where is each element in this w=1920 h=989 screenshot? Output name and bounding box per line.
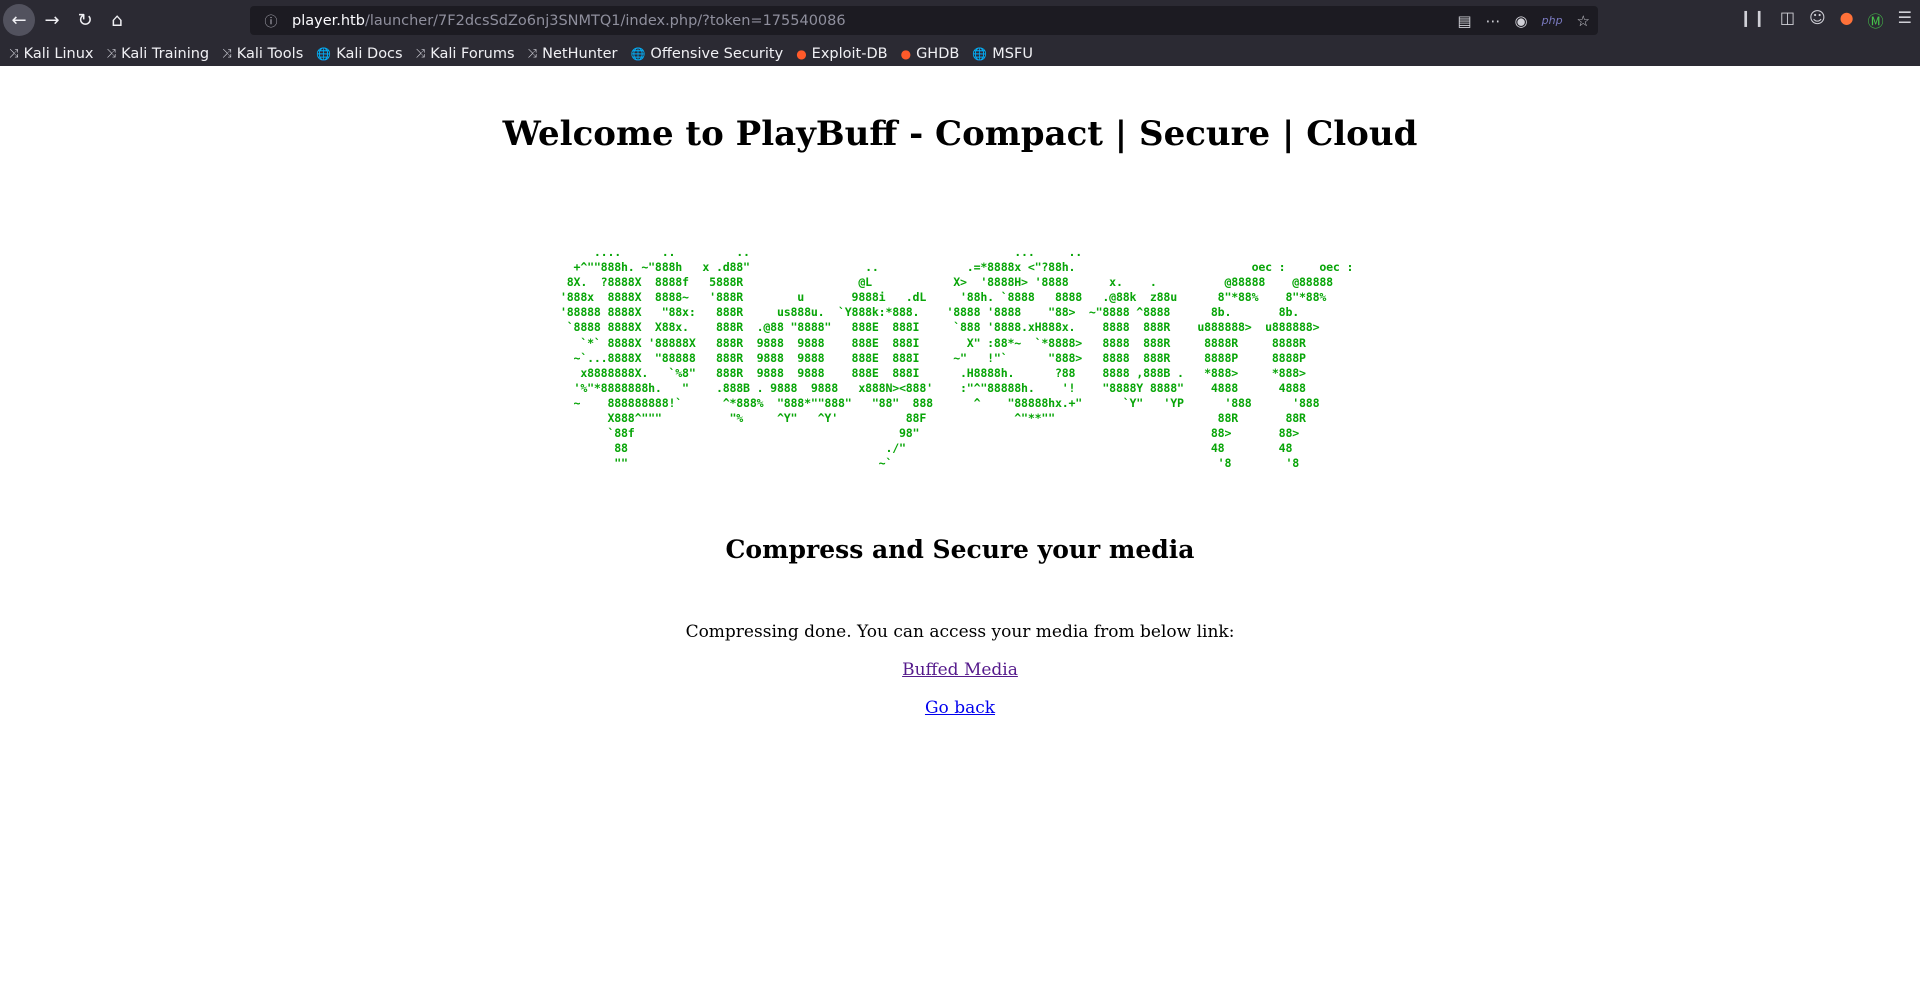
url-bar[interactable]: ⓘ player.htb/launcher/7F2dcsSdZo6nj3SNMT…	[250, 6, 1598, 35]
kali-dragon-icon: ⤨	[222, 46, 232, 60]
status-message: Compressing done. You can access your me…	[685, 622, 1235, 642]
arrow-left-icon: ←	[11, 9, 27, 31]
globe-icon: 🌐	[972, 46, 988, 61]
page-actions-icon[interactable]: ⋯	[1486, 12, 1501, 30]
php-badge-icon[interactable]: php	[1542, 14, 1563, 27]
kali-dragon-icon: ⤨	[106, 46, 117, 60]
bookmark-nethunter[interactable]: ⤨ NetHunter	[528, 46, 618, 62]
navigation-toolbar: ← → ↻ ⌂ ⓘ player.htb/launcher/7F2dcsSdZo…	[0, 0, 1920, 41]
exploit-db-icon: ●	[796, 46, 807, 61]
bookmark-offensive-security[interactable]: 🌐 Offensive Security	[630, 46, 783, 62]
reader-view-icon[interactable]: ▤	[1457, 12, 1471, 30]
bookmark-star-icon[interactable]: ☆	[1577, 12, 1590, 30]
firefox-extension-icon[interactable]: ●	[1840, 8, 1854, 32]
buffed-media-link[interactable]: Buffed Media	[0, 660, 1920, 680]
arrow-right-icon: →	[44, 9, 60, 31]
kali-dragon-icon: ⤨	[415, 46, 426, 60]
home-icon: ⌂	[111, 9, 123, 31]
url-path: /launcher/7F2dcsSdZo6nj3SNMTQ1/index.php…	[364, 12, 846, 29]
back-button[interactable]: ←	[3, 4, 35, 36]
exploit-db-icon: ●	[900, 46, 912, 61]
bookmark-kali-forums[interactable]: ⤨ Kali Forums	[416, 46, 515, 62]
bookmark-msfu[interactable]: 🌐 MSFU	[972, 46, 1033, 62]
kali-dragon-icon: ⤨	[527, 46, 538, 60]
page-title: Welcome to PlayBuff - Compact | Secure |…	[502, 114, 1418, 154]
extension-m-icon[interactable]: Ⓜ	[1868, 8, 1884, 32]
toolbar-right: ❙❙ ◫ ☺ ● Ⓜ ☰	[1739, 8, 1912, 32]
bookmark-ghdb[interactable]: ● GHDB	[901, 46, 960, 62]
page-content: Welcome to PlayBuff - Compact | Secure |…	[0, 66, 1920, 989]
bookmark-kali-linux[interactable]: ⤨ Kali Linux	[9, 46, 93, 62]
library-icon[interactable]: ❙❙	[1739, 8, 1766, 32]
reload-button[interactable]: ↻	[69, 4, 101, 36]
url-actions: ▤ ⋯ ◉ php ☆	[1457, 6, 1590, 35]
bookmark-kali-training[interactable]: ⤨ Kali Training	[106, 46, 209, 62]
home-button[interactable]: ⌂	[101, 4, 133, 36]
bookmarks-toolbar: ⤨ Kali Linux ⤨ Kali Training ⤨ Kali Tools 🌐…	[0, 41, 1920, 66]
globe-icon: 🌐	[630, 46, 646, 61]
ascii-art-logo: .... .. .. ... .. +^""888h. ~"888h x .d8…	[560, 245, 1354, 471]
kali-dragon-icon: ⤨	[9, 46, 19, 60]
globe-icon: 🌐	[316, 46, 332, 61]
url-host: player.htb	[292, 12, 365, 29]
page-subtitle: Compress and Secure your media	[725, 535, 1195, 564]
forward-button[interactable]: →	[36, 4, 68, 36]
pocket-icon[interactable]: ◉	[1515, 12, 1528, 30]
sidebar-icon[interactable]: ◫	[1780, 8, 1795, 32]
bookmark-kali-tools[interactable]: ⤨ Kali Tools	[222, 46, 303, 62]
bookmark-kali-docs[interactable]: 🌐 Kali Docs	[316, 46, 402, 62]
bookmark-exploit-db[interactable]: ● Exploit-DB	[796, 46, 887, 62]
menu-icon[interactable]: ☰	[1898, 8, 1912, 32]
browser-chrome: ← → ↻ ⌂ ⓘ player.htb/launcher/7F2dcsSdZo…	[0, 0, 1920, 66]
account-icon[interactable]: ☺	[1809, 8, 1826, 32]
go-back-link[interactable]: Go back	[0, 698, 1920, 718]
reload-icon: ↻	[77, 9, 93, 31]
site-info-icon[interactable]: ⓘ	[256, 11, 286, 30]
